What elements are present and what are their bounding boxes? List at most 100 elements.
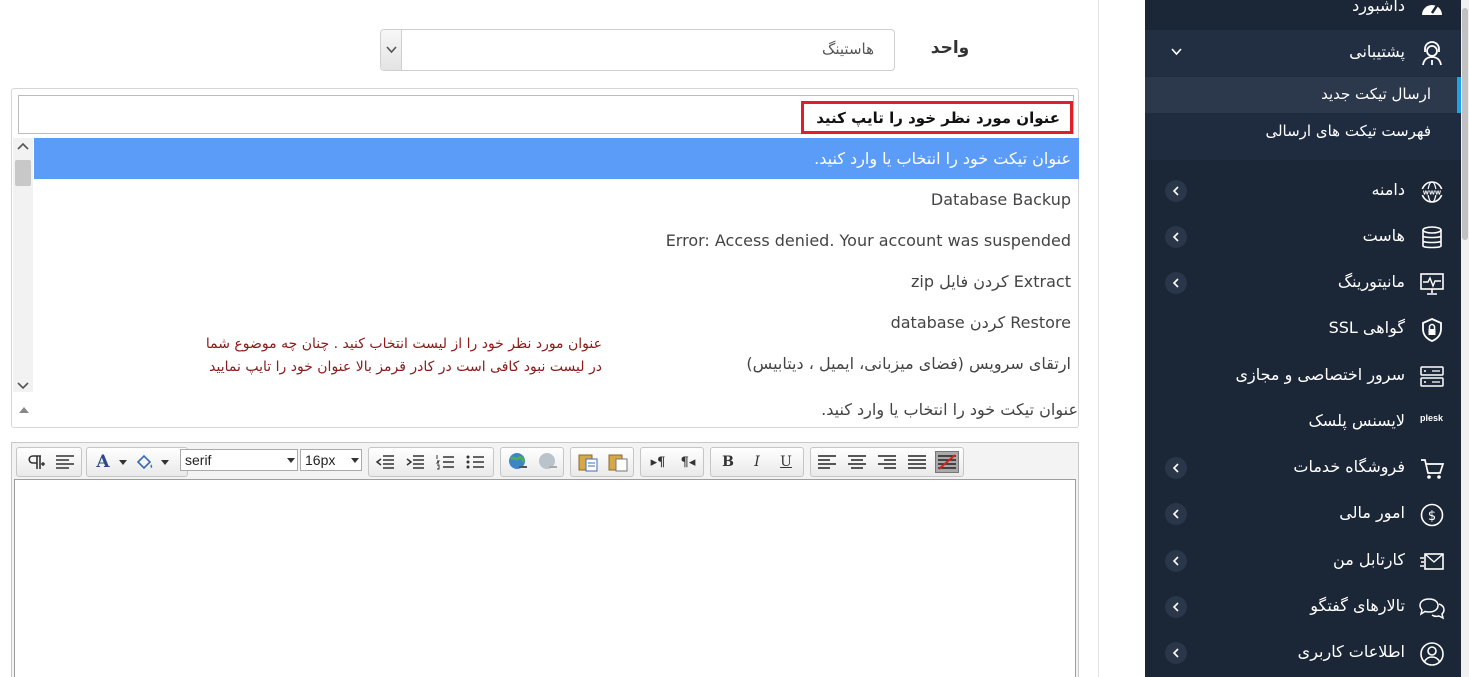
rtl-icon[interactable]: ¶◂ (676, 451, 700, 473)
sidebar-item-label: سرور اختصاصی و مجازی (1235, 365, 1405, 384)
chevron-left-icon (1172, 556, 1179, 566)
toolbar-group-style: B I U (710, 447, 804, 477)
sidebar-item-label: تالارهای گفتگو (1310, 596, 1405, 615)
sidebar-item-shop[interactable]: فروشگاه خدمات (1145, 445, 1461, 491)
sidebar-item-label: لایسنس پلسک (1308, 411, 1405, 430)
svg-text:WWW: WWW (1423, 191, 1441, 197)
triangle-up-icon[interactable] (19, 406, 29, 413)
sidebar-item-monitoring[interactable]: مانیتورینگ (1145, 260, 1461, 306)
dollar-circle-icon: $ (1420, 503, 1444, 527)
page-scrollbar[interactable] (1461, 0, 1469, 677)
sidebar-item-domain[interactable]: دامنه WWW (1145, 168, 1461, 214)
align-center-icon[interactable] (845, 451, 869, 473)
link-icon[interactable] (506, 451, 530, 473)
sidebar-subitem-ticket-list[interactable]: فهرست تیکت های ارسالی (1145, 114, 1461, 150)
subject-combo-value[interactable]: عنوان تیکت خود را انتخاب یا وارد کنید. (13, 393, 1079, 428)
paste-text-icon[interactable] (576, 451, 600, 473)
sidebar-item-label: هاست (1362, 226, 1405, 245)
expand-button[interactable] (1165, 550, 1187, 572)
paste-word-icon[interactable] (606, 451, 630, 473)
sidebar-item-dashboard[interactable]: داشبورد (1145, 0, 1461, 30)
subject-hint-text: عنوان مورد نظر خود را تایپ کنید (816, 109, 1060, 127)
font-size-value: 16px (305, 452, 336, 468)
paragraph-format-icon[interactable] (23, 451, 47, 473)
align-right-icon[interactable] (875, 451, 899, 473)
chevron-down-icon[interactable] (17, 382, 29, 390)
shield-lock-icon (1422, 318, 1442, 342)
chevron-down-icon[interactable] (1171, 48, 1182, 56)
unit-select[interactable]: هاستینگ (380, 29, 895, 71)
toolbar-group-lists (368, 447, 494, 477)
dropdown-arrow-icon[interactable] (119, 460, 127, 465)
sidebar-item-forums[interactable]: تالارهای گفتگو (1145, 584, 1461, 630)
font-size-select[interactable]: 16px (300, 449, 362, 471)
expand-button[interactable] (1165, 503, 1187, 525)
highlight-color-icon[interactable] (133, 451, 157, 473)
sidebar-item-user-info[interactable]: اطلاعات کاربری (1145, 630, 1461, 676)
font-family-select[interactable]: serif (180, 449, 298, 471)
www-globe-icon: WWW (1421, 181, 1443, 203)
sidebar-item-label: امور مالی (1339, 503, 1405, 522)
list-item[interactable]: Error: Access denied. Your account was s… (34, 220, 1079, 261)
ordered-list-icon[interactable] (433, 451, 457, 473)
sidebar-item-plesk[interactable]: لایسنس پلسک plesk (1145, 399, 1461, 445)
user-circle-icon (1420, 642, 1444, 666)
bold-icon[interactable]: B (716, 451, 740, 473)
sidebar-item-label: پشتیبانی (1349, 42, 1405, 61)
outdent-icon[interactable] (373, 451, 397, 473)
page-scrollbar-thumb[interactable] (1462, 8, 1468, 240)
indent-icon[interactable] (403, 451, 427, 473)
align-list-icon[interactable] (53, 451, 77, 473)
content-divider (1098, 0, 1099, 677)
list-item[interactable]: Database Backup (34, 179, 1079, 220)
chevron-left-icon (1172, 186, 1179, 196)
sidebar-item-ssl[interactable]: گواهی SSL (1145, 306, 1461, 352)
italic-icon[interactable]: I (745, 451, 769, 473)
sidebar-item-label: اطلاعات کاربری (1297, 642, 1405, 661)
list-item[interactable]: Extract کردن فایل zip (34, 261, 1079, 302)
justify-icon[interactable] (905, 451, 929, 473)
chevron-down-icon (386, 46, 397, 54)
database-icon (1422, 226, 1442, 249)
scrollbar-thumb[interactable] (15, 160, 31, 186)
expand-button[interactable] (1165, 457, 1187, 479)
sidebar-item-finance[interactable]: امور مالی $ (1145, 491, 1461, 537)
font-family-value: serif (185, 452, 212, 468)
sidebar-item-label: فروشگاه خدمات (1293, 457, 1405, 476)
toolbar-group-links (500, 447, 564, 477)
sidebar-subitem-label: ارسال تیکت جدید (1321, 85, 1431, 103)
remove-format-icon[interactable] (935, 451, 959, 473)
sidebar-subitem-new-ticket[interactable]: ارسال تیکت جدید (1145, 77, 1461, 113)
toolbar-group-direction: ▸¶ ¶◂ (640, 447, 704, 477)
sidebar-item-host[interactable]: هاست (1145, 214, 1461, 260)
ltr-icon[interactable]: ▸¶ (646, 451, 670, 473)
monitor-pulse-icon (1420, 273, 1444, 295)
align-left-icon[interactable] (815, 451, 839, 473)
toolbar-group-align (810, 447, 964, 477)
expand-button[interactable] (1165, 180, 1187, 202)
sidebar-item-server[interactable]: سرور اختصاصی و مجازی (1145, 353, 1461, 399)
sidebar-item-label: کارتابل من (1333, 550, 1405, 569)
underline-icon[interactable]: U (774, 451, 798, 473)
font-color-icon[interactable]: A (91, 451, 115, 473)
unordered-list-icon[interactable] (463, 451, 487, 473)
unit-select-arrow[interactable] (381, 30, 402, 70)
subject-input[interactable]: عنوان مورد نظر خود را تایپ کنید (18, 95, 1074, 134)
dropdown-arrow-icon[interactable] (161, 460, 169, 465)
toolbar-group-color: A (86, 447, 188, 477)
expand-button[interactable] (1165, 272, 1187, 294)
unlink-icon[interactable] (536, 451, 560, 473)
expand-button[interactable] (1165, 226, 1187, 248)
sidebar: داشبورد پشتیبانی ارسال تیکت جدید فهرست ت… (1145, 0, 1461, 677)
sidebar-item-support[interactable]: پشتیبانی (1145, 30, 1461, 76)
shopping-cart-icon (1421, 459, 1445, 479)
expand-button[interactable] (1165, 642, 1187, 664)
chevron-up-icon[interactable] (17, 142, 29, 150)
listbox-scrollbar[interactable] (13, 138, 33, 392)
list-item[interactable]: عنوان تیکت خود را انتخاب یا وارد کنید. (34, 138, 1079, 179)
editor-content-area[interactable] (14, 479, 1076, 677)
expand-button[interactable] (1165, 596, 1187, 618)
sidebar-item-cartable[interactable]: کارتابل من (1145, 538, 1461, 584)
subject-combo-text: عنوان تیکت خود را انتخاب یا وارد کنید. (821, 400, 1078, 419)
editor-toolbar: A serif 16px ▸¶ ¶◂ B I U (14, 445, 1076, 479)
